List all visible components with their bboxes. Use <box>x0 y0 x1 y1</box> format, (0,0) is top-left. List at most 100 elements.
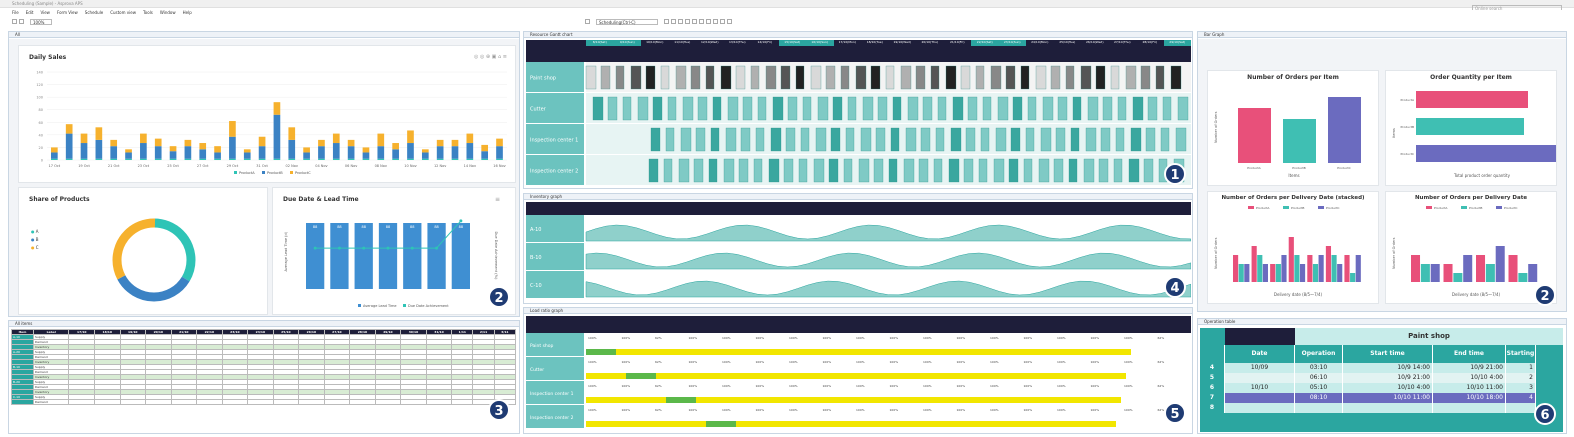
bar-graph-panel: Bar Graph Number of Orders per Item Prod… <box>1197 31 1567 312</box>
ops-cell: 6 <box>1200 383 1225 393</box>
menu-item[interactable]: Schedule <box>85 10 103 18</box>
ops-col-header: Operation <box>1295 345 1343 363</box>
inventory-tab[interactable]: Inventory graph <box>524 194 1192 200</box>
load-value: 100% <box>722 408 731 412</box>
ops-row[interactable]: 6 10/10 05:10 10/10 4:00 10/10 11:00 3 <box>1200 383 1563 393</box>
gantt-tab[interactable]: Resource Gantt chart <box>524 32 1192 38</box>
load-value: 100% <box>823 384 832 388</box>
ops-row[interactable]: 4 10/09 03:10 10/9 14:00 10/9 21:00 1 <box>1200 363 1563 373</box>
undo-icon[interactable] <box>671 19 676 24</box>
bar-ProductB <box>184 146 192 159</box>
grid-icon[interactable] <box>692 19 697 24</box>
gantt-date: 27/10(Thu) <box>1113 40 1131 44</box>
load-value: 100% <box>856 408 865 412</box>
operation-bar <box>697 96 708 121</box>
bar-ProductA <box>199 158 207 160</box>
bar-graph-tab[interactable]: Bar Graph <box>1198 32 1566 38</box>
operation-bar <box>1070 127 1080 152</box>
operation-bar <box>890 127 900 152</box>
operation-bar <box>622 96 632 121</box>
menu-item[interactable]: Window <box>160 10 176 18</box>
lead-time-bar <box>306 223 325 289</box>
ops-cell: 10/10 <box>1225 383 1295 393</box>
ops-section-title: Paint shop <box>1295 328 1563 345</box>
schedule-icon[interactable] <box>585 19 590 24</box>
legend-swatch <box>1426 206 1432 209</box>
bar-ProductC <box>154 138 162 147</box>
bar-ProductA <box>140 158 147 160</box>
ops-cell: 4 <box>1200 363 1225 373</box>
operation-bar <box>1155 65 1165 90</box>
achievement-point <box>459 219 463 223</box>
gantt-date: 11/10(Tue) <box>674 40 691 44</box>
item-table-tab[interactable]: All items <box>9 321 519 327</box>
operation-bar <box>1140 65 1151 90</box>
load-bar <box>586 373 1126 379</box>
bar-ProductB <box>421 152 429 159</box>
ops-cell <box>1225 403 1295 413</box>
bar <box>1318 255 1324 282</box>
export-icon[interactable] <box>720 19 725 24</box>
load-value: 100% <box>622 336 631 340</box>
ops-row[interactable]: 5 06:10 10/9 21:00 10/10 4:00 2 <box>1200 373 1563 383</box>
bar-ProductC <box>169 146 177 152</box>
save-icon[interactable] <box>12 19 17 24</box>
zoom-select[interactable]: 100% <box>30 19 52 25</box>
ops-row[interactable]: 7 08:10 10/10 11:00 10/10 18:00 4 <box>1200 393 1563 403</box>
gantt-date: 18/10(Tue) <box>866 40 883 44</box>
ops-cell <box>1506 403 1536 413</box>
bar-ProductA <box>65 158 73 160</box>
gantt-date: 23/10(Sun) <box>998 40 1026 46</box>
bar-value: 88 <box>434 225 438 229</box>
settings-icon[interactable] <box>713 19 718 24</box>
chart-tools-icon[interactable]: ◎ ◎ ⊕ ▣ ⌂ ≡ <box>474 54 507 60</box>
menu-item[interactable]: View <box>40 10 50 18</box>
table-icon[interactable] <box>699 19 704 24</box>
operation-bar <box>1065 65 1075 90</box>
bar <box>1270 264 1276 282</box>
row-label: Paint shop <box>530 343 554 349</box>
chart-icon[interactable] <box>706 19 711 24</box>
load-value: 100% <box>1024 384 1033 388</box>
open-icon[interactable] <box>19 19 24 24</box>
command-select[interactable]: Scheduling(Ctrl-C) <box>596 19 658 25</box>
operation-bar <box>1053 158 1064 183</box>
filter-icon[interactable] <box>685 19 690 24</box>
x-tick-label: ProductA <box>1247 166 1261 170</box>
badge-2-left: 2 <box>488 286 510 308</box>
bar <box>1495 246 1505 282</box>
load-value: 100% <box>756 336 765 340</box>
bar-ProductC <box>288 127 296 140</box>
run-icon[interactable] <box>664 19 669 24</box>
menu-icon[interactable]: ≡ <box>495 196 500 203</box>
load-value: 62% <box>655 384 662 388</box>
bar-ProductB <box>199 149 207 159</box>
operation-bar <box>660 65 670 90</box>
dashboard-tab[interactable]: All <box>9 32 519 38</box>
bar-ProductA <box>229 158 236 160</box>
redo-icon[interactable] <box>678 19 683 24</box>
menu-item[interactable]: Edit <box>26 10 34 18</box>
bar-ProductA <box>51 158 58 160</box>
bar-ProductB <box>140 143 147 159</box>
operation-bar <box>1162 96 1172 121</box>
operation-bar <box>877 96 888 121</box>
inventory-area <box>585 252 1191 270</box>
menu-item[interactable]: Custom view <box>110 10 136 18</box>
table-cell <box>349 399 376 405</box>
bar-value: 88 <box>337 225 341 229</box>
menu-item[interactable]: Tools <box>143 10 153 18</box>
ops-row[interactable]: 8 <box>1200 403 1563 413</box>
menu-item[interactable]: File <box>12 10 19 18</box>
print-icon[interactable] <box>727 19 732 24</box>
menu-item[interactable]: Help <box>183 10 192 18</box>
x-tick-label: 12 Nov <box>434 164 446 168</box>
ops-tab[interactable]: Operation table <box>1198 319 1566 325</box>
bar-ProductB <box>303 152 310 159</box>
bar-ProductC <box>392 143 399 150</box>
gantt-date: 12/10(Wed) <box>700 40 719 44</box>
qty-per-item-title: Order Quantity per Item <box>1430 74 1512 81</box>
load-tab[interactable]: Load ratio graph <box>524 308 1192 314</box>
menu-item[interactable]: Form View <box>57 10 78 18</box>
y-tick-label: 80 <box>39 108 43 112</box>
